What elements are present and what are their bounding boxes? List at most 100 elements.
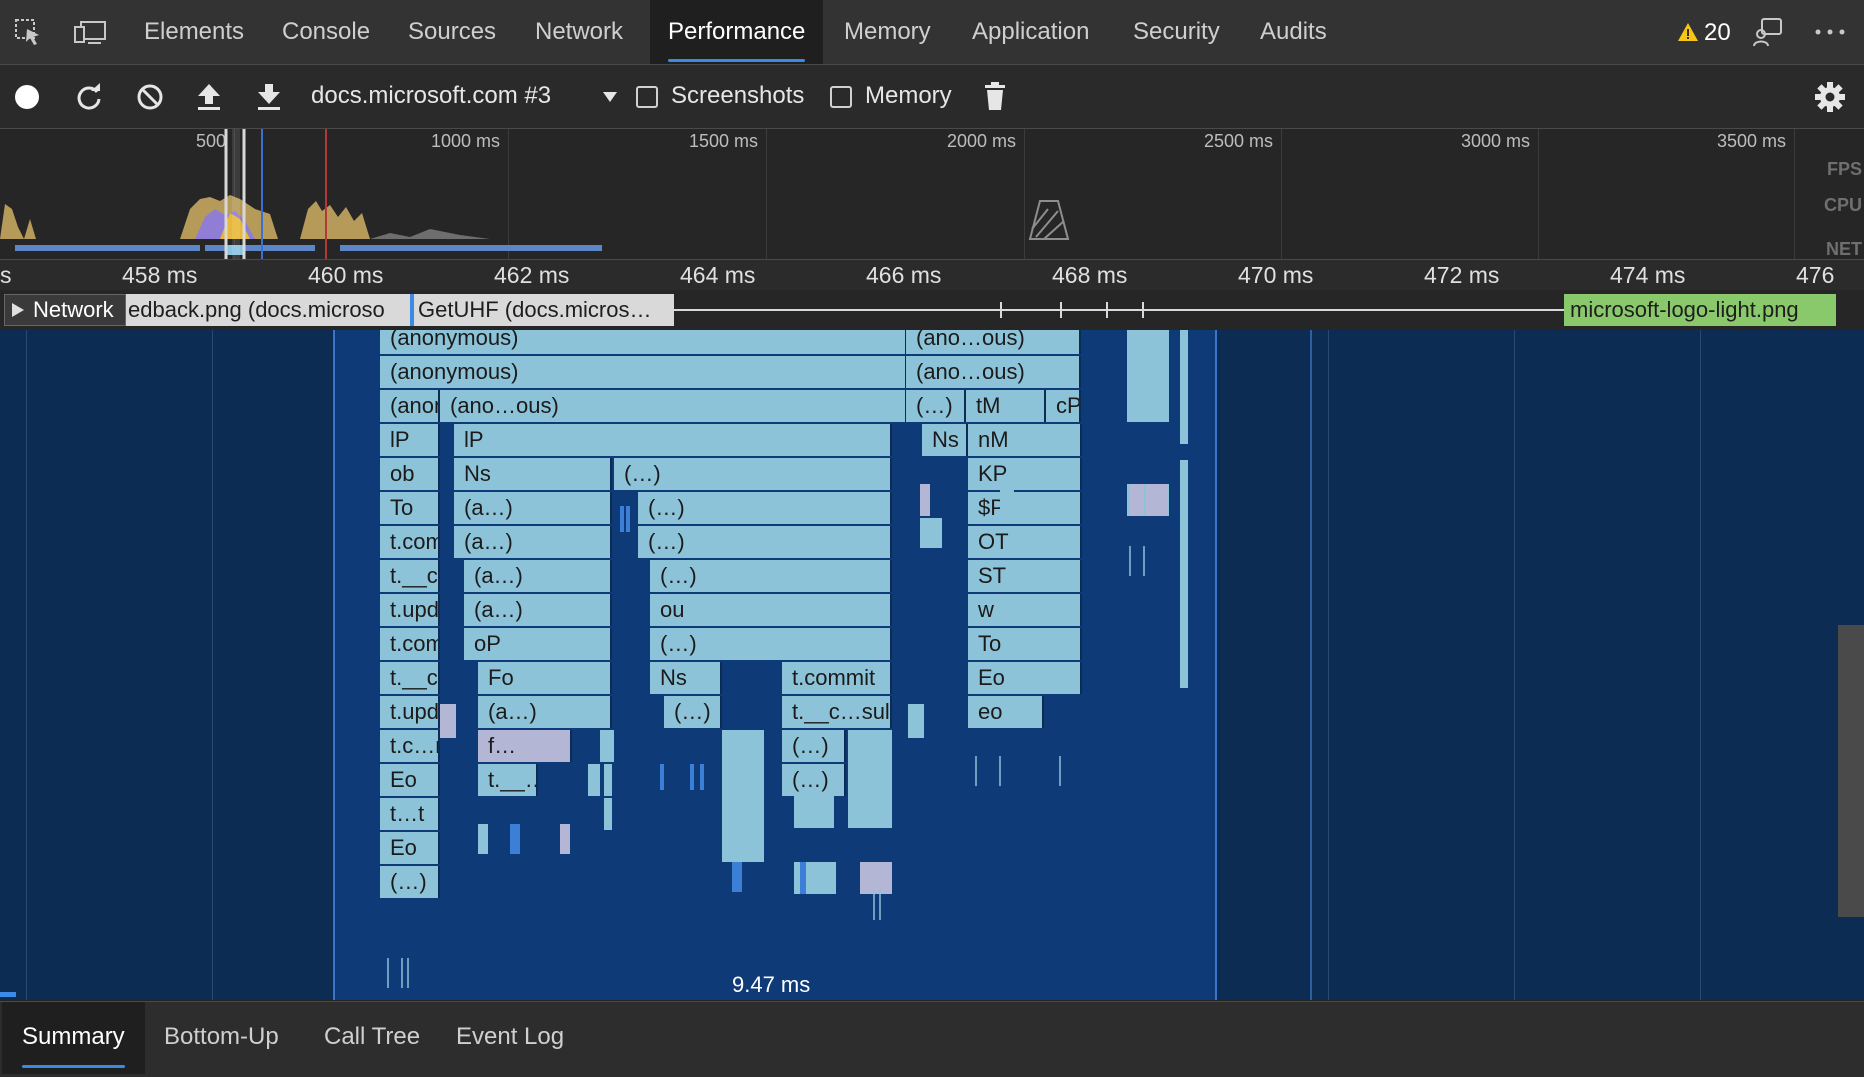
clear-icon[interactable] (135, 82, 165, 112)
profile-select[interactable]: docs.microsoft.com #3 (311, 82, 551, 110)
expand-triangle-icon[interactable] (9, 301, 27, 319)
flame-chart[interactable]: (anonymous) (ano…ous) (anonymous) (ano…ous)… (0, 330, 1864, 1000)
flame-time-ruler: s 458 ms 460 ms 462 ms 464 ms 466 ms 468 ms 47… (0, 260, 1864, 290)
more-options-icon[interactable] (1810, 14, 1850, 50)
network-tick (1060, 302, 1062, 318)
details-tab-call-tree[interactable]: Call Tree (304, 1002, 440, 1074)
ruler-tick-label: 468 ms (1052, 262, 1128, 288)
network-request[interactable]: GetUHF (docs.micros… (410, 294, 674, 326)
ruler-tick-label: 474 ms (1610, 262, 1686, 288)
ruler-tick-label: 462 ms (494, 262, 570, 288)
cpu-activity-graph (0, 129, 1070, 259)
tab-security[interactable]: Security (1115, 0, 1238, 64)
tab-network[interactable]: Network (517, 0, 641, 64)
ruler-fragment: s (0, 262, 12, 288)
trash-icon[interactable] (982, 80, 1008, 112)
load-profile-icon[interactable] (194, 81, 224, 113)
ruler-tick-label: 472 ms (1424, 262, 1500, 288)
flame-sliver (800, 862, 806, 894)
tab-application[interactable]: Application (954, 0, 1107, 64)
flame-sliver (920, 518, 942, 548)
memory-label[interactable]: Memory (865, 82, 952, 110)
network-track-label: Network (33, 297, 114, 322)
tab-performance[interactable]: Performance (650, 0, 824, 64)
network-request[interactable]: edback.png (docs.microso (126, 294, 410, 326)
screenshots-label[interactable]: Screenshots (671, 82, 804, 110)
feedback-icon[interactable] (1750, 14, 1786, 50)
flame-sliver (478, 824, 488, 854)
flame-slivers (387, 330, 1188, 988)
flame-sliver (510, 824, 520, 854)
network-request-label: GetUHF (docs.micros… (418, 297, 652, 322)
warning-icon[interactable] (1676, 20, 1700, 44)
gear-icon[interactable] (1813, 80, 1847, 114)
flame-sliver (690, 764, 694, 790)
flame-sliver (1130, 484, 1144, 516)
flame-sliver (1180, 330, 1188, 444)
flame-sliver (604, 764, 612, 796)
fps-lane-label: FPS (1826, 159, 1862, 179)
flame-sliver (440, 704, 456, 738)
details-tab-bar: Summary Bottom-Up Call Tree Event Log (0, 1001, 1864, 1077)
screenshots-checkbox[interactable] (636, 86, 658, 108)
network-tick (1106, 302, 1108, 318)
ruler-tick-label: 466 ms (866, 262, 942, 288)
devtools-tab-bar: Elements Console Sources Network Performance… (0, 0, 1864, 65)
flame-sliver (1146, 484, 1168, 516)
flame-sliver (660, 764, 664, 790)
tab-console[interactable]: Console (264, 0, 388, 64)
flame-sliver (700, 764, 704, 790)
record-icon[interactable] (14, 84, 40, 110)
flame-sliver (920, 484, 930, 516)
cpu-lane-label: CPU (1823, 195, 1862, 215)
flame-sliver (1000, 484, 1014, 516)
flame-sliver (588, 764, 600, 796)
ruler-tick-label: 464 ms (680, 262, 756, 288)
details-tab-event-log[interactable]: Event Log (436, 1002, 584, 1074)
reload-profile-icon[interactable] (74, 82, 104, 112)
flame-hscroll-indicator (0, 992, 16, 997)
flame-sliver (794, 796, 834, 828)
memory-checkbox[interactable] (830, 86, 852, 108)
network-request-image[interactable]: microsoft-logo-light.png (1564, 294, 1836, 326)
ruler-tick-label: 470 ms (1238, 262, 1314, 288)
flame-sliver (908, 704, 924, 738)
ruler-tick-label: 458 ms (122, 262, 198, 288)
network-tick (1142, 302, 1144, 318)
flame-sliver (732, 862, 742, 892)
flame-scrollbar[interactable] (1838, 625, 1864, 917)
flame-sliver (620, 506, 624, 532)
chevron-down-icon[interactable] (600, 87, 620, 107)
device-toolbar-icon[interactable] (70, 14, 110, 50)
network-track-header[interactable]: Network (4, 294, 126, 326)
performance-toolbar: docs.microsoft.com #3 Screenshots Memory (0, 65, 1864, 129)
network-timeline-line (674, 309, 1564, 311)
flame-sliver (722, 730, 764, 862)
flame-sliver (560, 824, 570, 854)
timeline-overview[interactable]: 500 1000 ms 1500 ms 2000 ms 2500 ms 3000 ms 35… (0, 129, 1864, 260)
network-tick (1000, 302, 1002, 318)
details-tab-bottom-up[interactable]: Bottom-Up (144, 1002, 299, 1074)
save-profile-icon[interactable] (254, 81, 284, 113)
tab-audits[interactable]: Audits (1242, 0, 1345, 64)
network-request-label: microsoft-logo-light.png (1570, 297, 1799, 322)
details-tab-summary[interactable]: Summary (2, 1002, 145, 1074)
flame-sliver (604, 798, 612, 830)
flame-sliver (848, 730, 892, 828)
selection-duration-label: 9.47 ms (732, 972, 811, 997)
flame-sliver (1180, 460, 1188, 688)
flame-sliver (1127, 330, 1169, 422)
flame-sliver (860, 862, 892, 894)
flame-sliver (626, 506, 630, 532)
ruler-tick-label: 460 ms (308, 262, 384, 288)
tab-sources[interactable]: Sources (390, 0, 514, 64)
tab-memory[interactable]: Memory (826, 0, 949, 64)
inspect-element-icon[interactable] (10, 14, 46, 50)
warning-count[interactable]: 20 (1704, 19, 1731, 47)
network-request-label: edback.png (docs.microso (128, 297, 385, 322)
flame-sliver (600, 730, 614, 762)
ruler-tick-label: 476 (1796, 262, 1835, 288)
net-lane-label: NET (1826, 239, 1862, 259)
tab-elements[interactable]: Elements (126, 0, 262, 64)
network-track[interactable]: Network edback.png (docs.microso GetUHF … (0, 290, 1864, 330)
